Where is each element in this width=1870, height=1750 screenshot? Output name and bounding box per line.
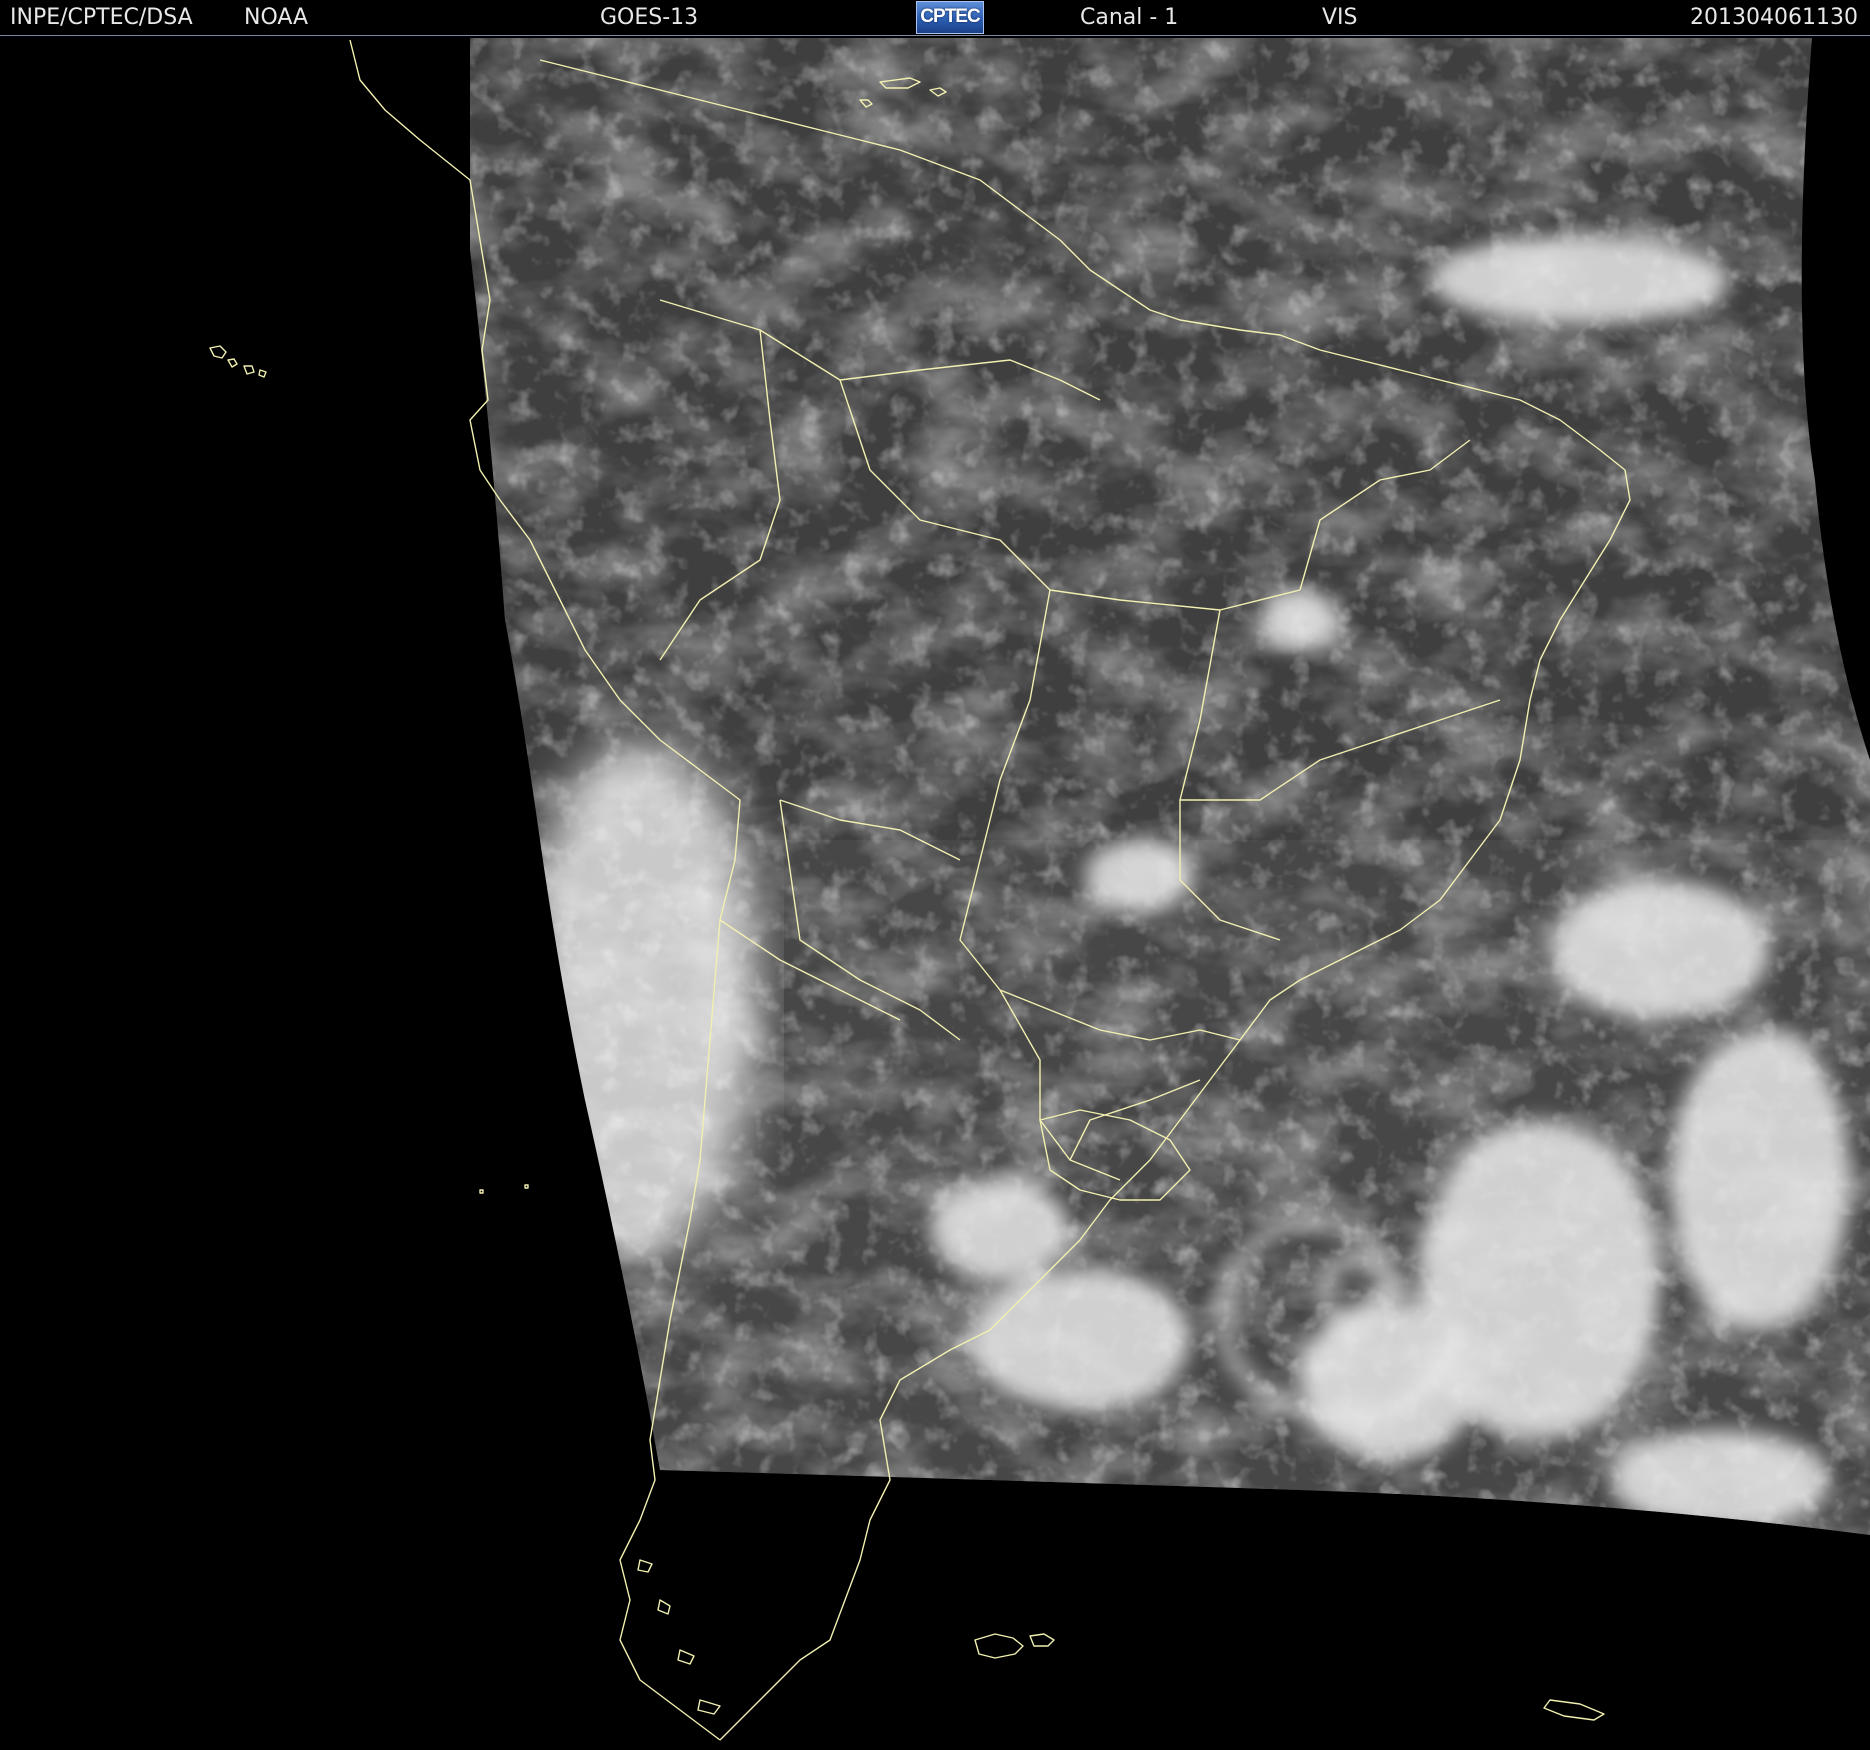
cptec-logo: CPTEC: [916, 1, 984, 34]
institute-label: INPE/CPTEC/DSA: [10, 5, 193, 30]
visible-swath: [470, 38, 1870, 1535]
timestamp-label: 201304061130: [1690, 5, 1858, 30]
header-bar: INPE/CPTEC/DSA NOAA GOES-13 CPTEC Canal …: [0, 0, 1870, 36]
band-label: VIS: [1322, 5, 1358, 30]
agency-label: NOAA: [244, 5, 309, 30]
cptec-logo-text: CPTEC: [920, 6, 980, 27]
satellite-label: GOES-13: [600, 5, 699, 30]
channel-label: Canal - 1: [1080, 5, 1179, 30]
satellite-image: [0, 36, 1870, 1750]
satellite-image-svg: [209, 38, 1870, 1741]
